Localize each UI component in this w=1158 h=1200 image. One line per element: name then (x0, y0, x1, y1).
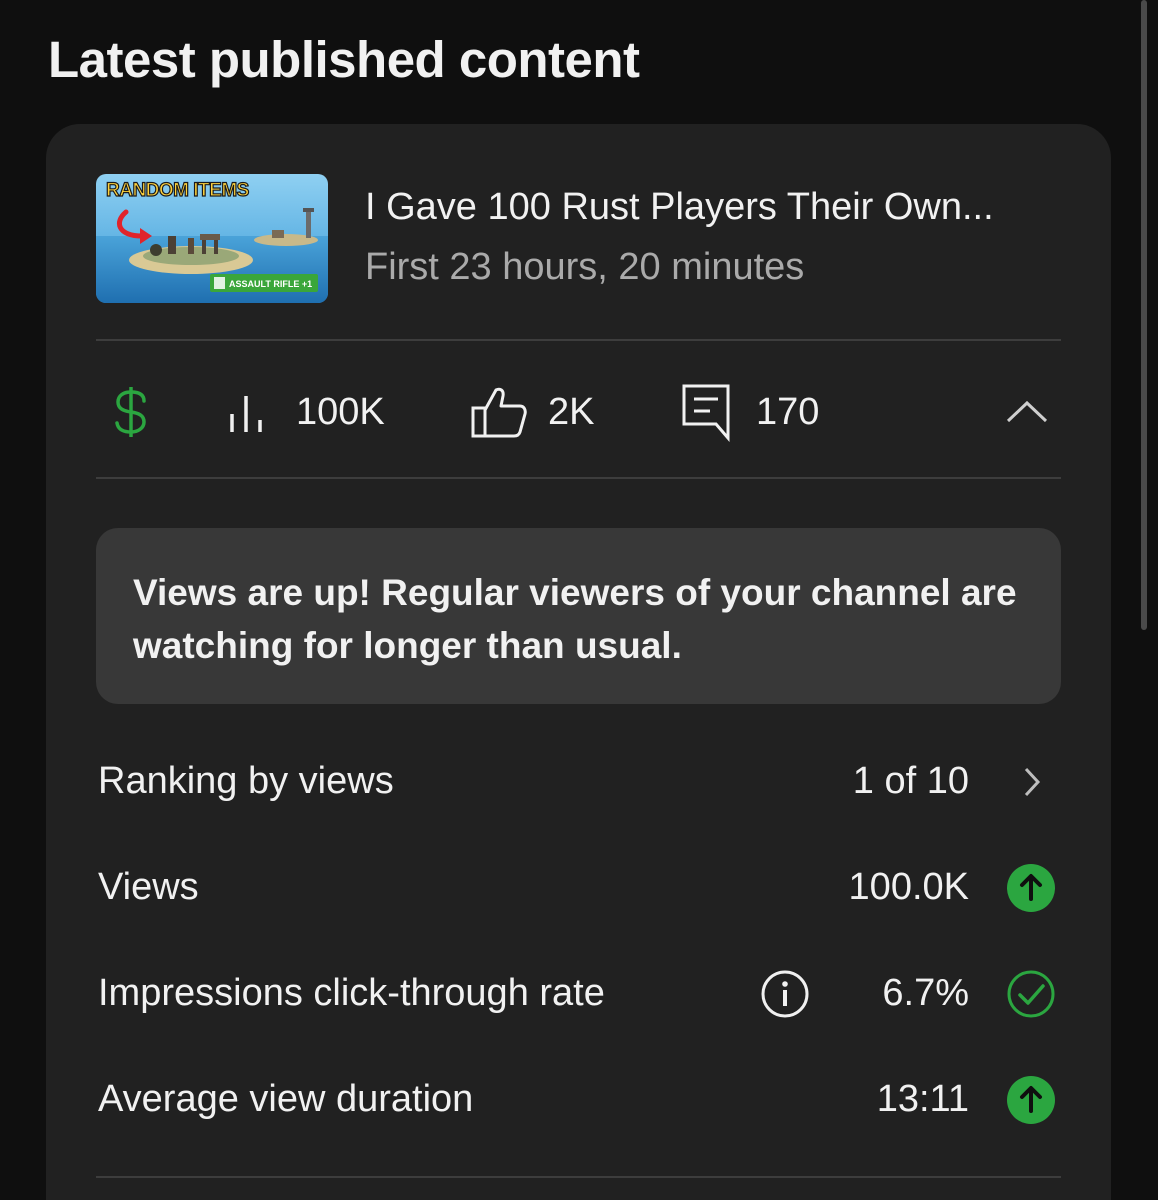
arrow-up-circle-icon (1007, 864, 1055, 912)
metric-label: Impressions click-through rate (98, 972, 605, 1014)
likes-count: 2K (548, 390, 595, 433)
metric-value: 6.7% (882, 972, 969, 1014)
metric-views-row[interactable]: Views 100.0K (96, 858, 1061, 918)
video-title[interactable]: I Gave 100 Rust Players Their Own... (365, 186, 994, 229)
latest-content-page: Latest published content RANDOM ITEMS AS… (0, 0, 1158, 1200)
dollar-icon (115, 387, 146, 437)
chevron-right-icon (1024, 767, 1041, 797)
latest-content-card[interactable]: RANDOM ITEMS ASSAULT RIFLE +1 I Gave 100… (46, 124, 1111, 1200)
check-circle-icon (1007, 970, 1055, 1018)
video-thumbnail[interactable]: RANDOM ITEMS ASSAULT RIFLE +1 (96, 174, 328, 303)
comments-stat[interactable]: 170 (680, 382, 819, 442)
bar-chart-icon (230, 396, 262, 432)
metric-label: Views (98, 866, 199, 908)
monetization-stat[interactable] (108, 382, 154, 442)
thumbnail-badge: ASSAULT RIFLE +1 (229, 279, 312, 289)
divider (96, 339, 1061, 341)
thumbnail-banner: RANDOM ITEMS (106, 180, 249, 201)
views-count: 100K (296, 390, 385, 433)
metric-ranking-row[interactable]: Ranking by views 1 of 10 (96, 752, 1061, 812)
divider (96, 477, 1061, 479)
info-icon[interactable] (760, 969, 810, 1019)
metric-ctr-row[interactable]: Impressions click-through rate 6.7% (96, 964, 1061, 1024)
metric-value: 100.0K (848, 866, 969, 908)
insight-text: Views are up! Regular viewers of your ch… (133, 572, 1017, 666)
insight-banner: Views are up! Regular viewers of your ch… (96, 528, 1061, 704)
metric-label: Ranking by views (98, 760, 394, 802)
section-title: Latest published content (48, 31, 640, 88)
metric-value: 1 of 10 (852, 760, 969, 802)
views-stat[interactable]: 100K (224, 382, 385, 442)
comment-icon (682, 384, 730, 442)
metric-value: 13:11 (876, 1078, 969, 1120)
video-time-range: First 23 hours, 20 minutes (365, 246, 805, 288)
arrow-up-circle-icon (1007, 1076, 1055, 1124)
metric-label: Average view duration (98, 1078, 474, 1120)
scrollbar[interactable] (1141, 0, 1147, 630)
comments-count: 170 (756, 390, 820, 433)
divider (96, 1176, 1061, 1178)
metric-avd-row[interactable]: Average view duration 13:11 (96, 1070, 1061, 1130)
likes-stat[interactable]: 2K (470, 382, 594, 442)
collapse-button[interactable] (1004, 382, 1050, 442)
chevron-up-icon (1006, 400, 1048, 423)
thumbs-up-icon (471, 387, 527, 438)
